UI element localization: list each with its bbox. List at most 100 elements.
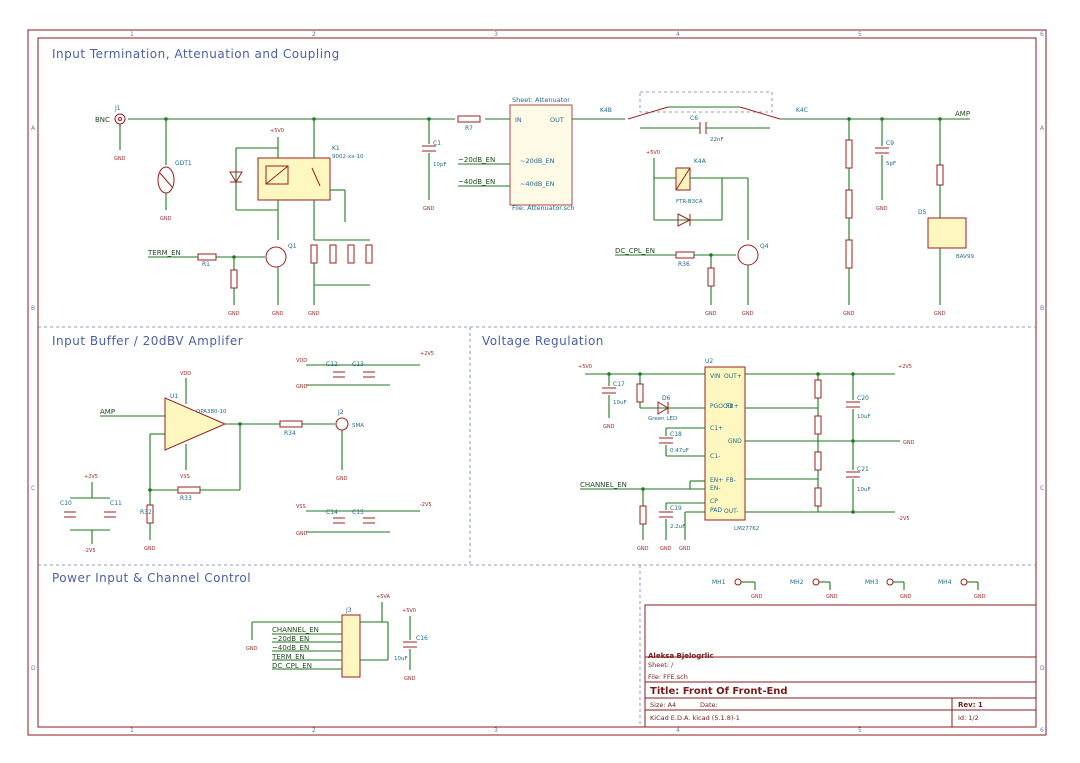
svg-text:VDD: VDD xyxy=(296,358,307,364)
svg-text:C9: C9 xyxy=(886,140,894,147)
tb-tool: KiCad E.D.A. kicad (5.1.8)-1 xyxy=(650,714,740,722)
power-section: J3 GND CHANNEL_EN ~20dB_EN ~40dB_EN TERM… xyxy=(246,594,428,682)
svg-text:R7: R7 xyxy=(465,125,473,132)
svg-text:GND: GND xyxy=(637,546,649,552)
mounting-hole-label: MH4 xyxy=(938,579,952,586)
svg-text:OUT-: OUT- xyxy=(724,508,738,515)
svg-text:+2V5: +2V5 xyxy=(898,364,912,370)
svg-text:PAD: PAD xyxy=(710,507,722,514)
row-label: A xyxy=(31,125,36,132)
svg-text:K4B: K4B xyxy=(600,107,612,114)
svg-text:J2: J2 xyxy=(337,409,344,416)
svg-text:GND: GND xyxy=(603,424,615,430)
row-label: C xyxy=(1040,485,1044,492)
svg-text:U1: U1 xyxy=(170,393,178,400)
svg-text:GND: GND xyxy=(934,311,946,317)
svg-text:J3: J3 xyxy=(345,607,352,614)
mounting-hole-label: MH1 xyxy=(712,579,726,586)
svg-text:EN+: EN+ xyxy=(710,477,723,484)
title-block: Aleksa Bjelogrlic Sheet: / File: FFE.sch… xyxy=(644,604,1037,728)
header-j3 xyxy=(341,614,361,678)
net-label-term-en: TERM_EN xyxy=(147,249,181,257)
section-title-input: Input Termination, Attenuation and Coupl… xyxy=(52,47,340,61)
svg-text:-2V5: -2V5 xyxy=(898,516,910,522)
conn-label: ~40dB_EN xyxy=(272,644,309,652)
sheet-file: File: Attenuator.sch xyxy=(512,204,575,212)
svg-text:Green LED: Green LED xyxy=(648,416,677,422)
svg-text:VIN: VIN xyxy=(710,373,720,380)
col-label: 4 xyxy=(676,727,680,734)
svg-text:C10: C10 xyxy=(60,500,72,507)
svg-text:GND: GND xyxy=(679,546,691,552)
svg-text:+2V5: +2V5 xyxy=(84,474,98,480)
svg-text:OUT+: OUT+ xyxy=(724,373,742,380)
svg-text:GND: GND xyxy=(826,594,838,600)
svg-text:VSS: VSS xyxy=(180,474,190,480)
tb-author: Aleksa Bjelogrlic xyxy=(648,652,714,660)
svg-text:FTR-B3CA: FTR-B3CA xyxy=(676,199,703,205)
svg-text:GND: GND xyxy=(660,546,672,552)
svg-text:22nF: 22nF xyxy=(710,137,724,143)
net-label-dc-cpl: DC_CPL_EN xyxy=(615,247,655,255)
svg-text:-2V5: -2V5 xyxy=(420,502,432,508)
relay-k1 xyxy=(257,157,331,201)
tb-title: Title: Front Of Front-End xyxy=(650,686,788,697)
svg-text:GND: GND xyxy=(843,311,855,317)
tb-date: Date: xyxy=(700,701,718,709)
svg-text:R1: R1 xyxy=(202,261,210,268)
svg-text:GND: GND xyxy=(296,531,308,537)
svg-text:C19: C19 xyxy=(670,505,682,512)
svg-text:BAV99: BAV99 xyxy=(956,254,974,260)
svg-text:R32: R32 xyxy=(140,509,152,516)
svg-text:C1: C1 xyxy=(433,140,441,147)
net-label-amp: AMP xyxy=(955,110,970,118)
sheet-name: Sheet: Attenuator xyxy=(512,96,570,104)
svg-text:Q4: Q4 xyxy=(760,243,769,250)
input-section: BNC J1 GND GDT1 GND +5V0 K1 9002-xx-10 G… xyxy=(95,91,974,317)
svg-text:10uF: 10uF xyxy=(857,414,871,420)
svg-text:FB-: FB- xyxy=(726,477,736,484)
tb-size: Size: A4 xyxy=(650,701,676,709)
svg-text:C16: C16 xyxy=(416,635,428,642)
svg-text:C6: C6 xyxy=(690,115,698,122)
section-title-regulation: Voltage Regulation xyxy=(482,334,604,348)
net-label-bnc: BNC xyxy=(95,116,110,124)
svg-text:IN: IN xyxy=(515,116,522,124)
col-label: 2 xyxy=(312,727,316,734)
svg-text:U2: U2 xyxy=(705,358,713,365)
svg-text:LM27762: LM27762 xyxy=(734,526,759,532)
col-label: 6 xyxy=(1040,727,1044,734)
svg-text:C12: C12 xyxy=(326,361,338,368)
conn-label: CHANNEL_EN xyxy=(272,626,319,634)
conn-label: DC_CPL_EN xyxy=(272,662,312,670)
tb-rev: Rev: 1 xyxy=(958,701,983,709)
col-label: 6 xyxy=(1040,31,1044,38)
col-label: 2 xyxy=(312,31,316,38)
svg-text:+5VA: +5VA xyxy=(376,594,390,600)
section-title-buffer: Input Buffer / 20dBV Amplifer xyxy=(52,334,243,348)
col-label: 4 xyxy=(676,31,680,38)
svg-text:GND: GND xyxy=(228,311,240,317)
mosfet-q1-icon xyxy=(265,246,287,268)
net-label-20db: ~20dB_EN xyxy=(458,156,495,164)
svg-text:GND: GND xyxy=(336,476,348,482)
svg-text:C1-: C1- xyxy=(710,453,720,460)
diode-d5 xyxy=(927,217,967,249)
svg-text:GND: GND xyxy=(974,594,986,600)
conn-label: ~20dB_EN xyxy=(272,635,309,643)
svg-text:FB+: FB+ xyxy=(726,403,739,410)
svg-text:GND: GND xyxy=(114,156,126,162)
svg-text:GND: GND xyxy=(423,206,435,212)
bnc-connector-icon xyxy=(114,113,126,125)
sma-connector-icon xyxy=(335,417,349,431)
svg-text:C15: C15 xyxy=(352,509,364,516)
row-label: D xyxy=(31,665,36,672)
svg-text:GND: GND xyxy=(272,311,284,317)
tb-sheet: Sheet: / xyxy=(648,661,674,669)
svg-text:VDD: VDD xyxy=(180,371,191,377)
svg-text:+5V0: +5V0 xyxy=(270,128,284,134)
row-label: D xyxy=(1040,665,1045,672)
svg-text:SMA: SMA xyxy=(352,423,364,429)
row-label: C xyxy=(31,485,35,492)
mounting-holes: MH1 GND MH2 GND MH3 GND MH4 GND xyxy=(712,578,986,600)
